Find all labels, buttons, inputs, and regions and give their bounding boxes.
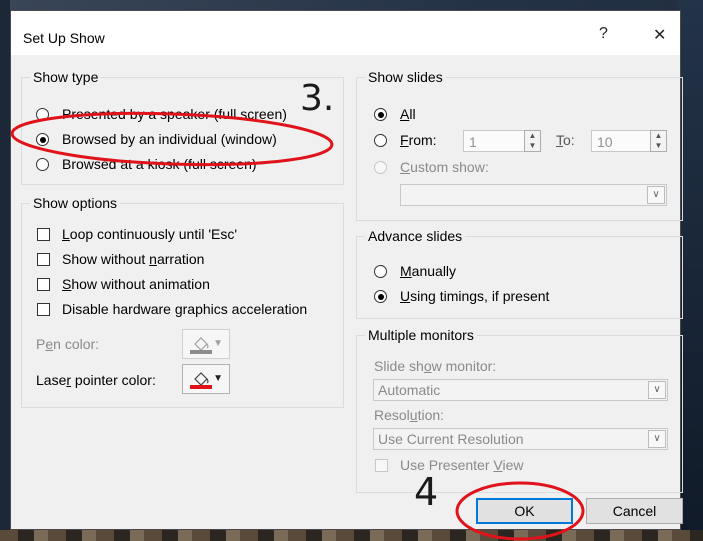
annotation-overlay [10, 111, 585, 541]
annotation-ellipse-ok [455, 481, 585, 541]
annotation-step-3: 3. [300, 78, 335, 119]
annotation-ellipse-browsed [10, 111, 334, 167]
annotation-step-4: 4 [414, 470, 439, 514]
